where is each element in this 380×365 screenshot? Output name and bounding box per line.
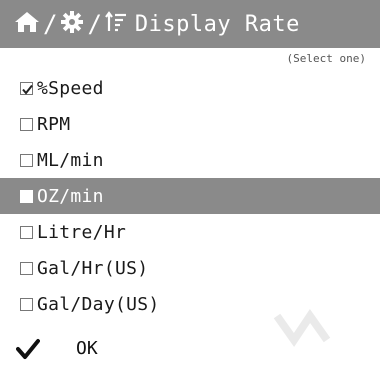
option-gal-hr-us[interactable]: Gal/Hr(US) (0, 250, 380, 286)
breadcrumb: / / (14, 10, 127, 38)
option-label: RPM (37, 113, 71, 135)
title-bar: / / Display Rate (0, 0, 380, 48)
option-label: Litre/Hr (37, 221, 127, 243)
option-label: %Speed (37, 77, 104, 99)
ok-label: OK (76, 338, 98, 359)
option-label: Gal/Hr(US) (37, 257, 149, 279)
checkbox-icon[interactable] (20, 117, 33, 131)
breadcrumb-separator: / (87, 10, 102, 38)
breadcrumb-separator: / (43, 10, 58, 38)
home-icon[interactable] (14, 10, 40, 38)
option-oz-min[interactable]: OZ/min (0, 178, 380, 214)
checkbox-icon[interactable] (20, 189, 33, 203)
checkbox-icon[interactable] (20, 153, 33, 167)
checkbox-checked-icon[interactable] (20, 81, 33, 95)
ok-button[interactable]: OK (0, 332, 380, 365)
sort-filter-icon[interactable] (105, 10, 127, 38)
rate-option-list: %Speed RPM ML/min OZ/min Litre/Hr Gal/Hr… (0, 70, 380, 322)
option-litre-hr[interactable]: Litre/Hr (0, 214, 380, 250)
selection-hint: (Select one) (286, 52, 366, 65)
option-label: OZ/min (37, 185, 104, 207)
option-speed-percent[interactable]: %Speed (0, 70, 380, 106)
option-label: ML/min (37, 149, 104, 171)
option-ml-min[interactable]: ML/min (0, 142, 380, 178)
checkbox-icon[interactable] (20, 225, 33, 239)
checkbox-icon[interactable] (20, 261, 33, 275)
option-label: Gal/Day(US) (37, 293, 160, 315)
gear-icon[interactable] (60, 10, 84, 38)
checkbox-icon[interactable] (20, 297, 33, 311)
page-title: Display Rate (134, 11, 300, 37)
checkmark-icon (16, 338, 40, 360)
display-rate-screen: / / Display Rate (Select one) %Speed RPM… (0, 0, 380, 365)
option-rpm[interactable]: RPM (0, 106, 380, 142)
